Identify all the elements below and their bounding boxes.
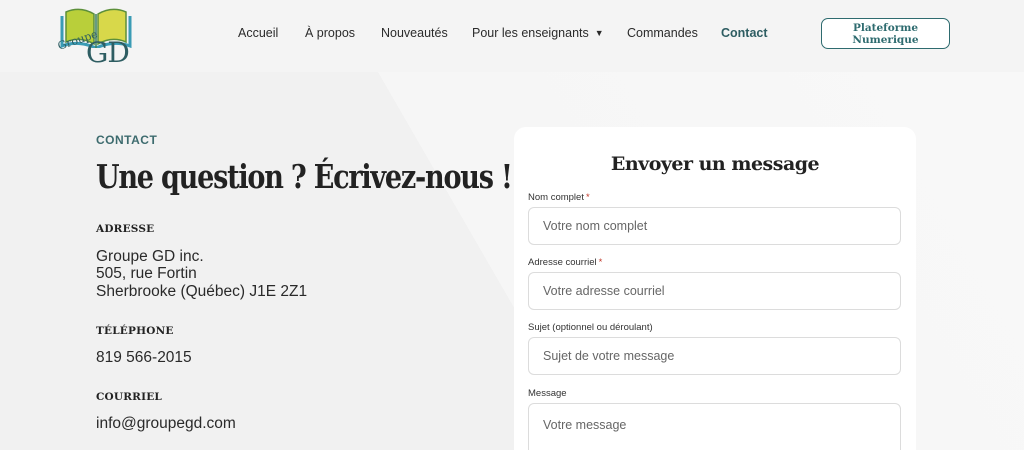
email-value[interactable]: info@groupegd.com <box>96 415 236 432</box>
required-asterisk: * <box>585 192 590 203</box>
nav-item-nouveautes[interactable]: Nouveautés <box>381 26 448 40</box>
address-line-1: Groupe GD inc. <box>96 248 204 265</box>
section-eyebrow: CONTACT <box>96 133 158 147</box>
contact-form-card: Envoyer un message Nom complet* Adresse … <box>514 127 916 450</box>
groupe-gd-logo[interactable]: Groupe GD <box>56 4 138 69</box>
page-title: Une question ? Écrivez-nous ! <box>96 157 513 196</box>
email-label-text: Adresse courriel <box>528 257 597 268</box>
name-field-label: Nom complet * <box>528 192 590 203</box>
nav-item-contact[interactable]: Contact <box>721 26 768 40</box>
phone-value[interactable]: 819 566-2015 <box>96 349 192 366</box>
message-field-label: Message <box>528 388 567 399</box>
name-label-text: Nom complet <box>528 192 584 203</box>
nav-item-pour-les-enseignants[interactable]: Pour les enseignants ▼ <box>472 26 604 40</box>
subject-input[interactable] <box>528 337 901 375</box>
nav-item-commandes[interactable]: Commandes <box>627 26 698 40</box>
nav-item-accueil[interactable]: Accueil <box>238 26 278 40</box>
required-asterisk: * <box>598 257 603 268</box>
nav-item-a-propos[interactable]: À propos <box>305 26 355 40</box>
nav-item-label: Pour les enseignants <box>472 26 589 40</box>
email-label: COURRIEL <box>96 391 163 403</box>
full-name-input[interactable] <box>528 207 901 245</box>
plateforme-numerique-button[interactable]: Plateforme Numerique <box>821 18 950 49</box>
logo-gd-text: GD <box>86 36 130 69</box>
email-field-label: Adresse courriel * <box>528 257 602 268</box>
subject-field-label: Sujet (optionnel ou déroulant) <box>528 322 653 333</box>
phone-label: TÉLÉPHONE <box>96 325 174 337</box>
address-label: ADRESSE <box>96 223 155 235</box>
site-header: Groupe GD Accueil À propos Nouveautés Po… <box>0 0 1024 72</box>
message-textarea[interactable] <box>528 403 901 450</box>
address-line-2: 505, rue Fortin <box>96 265 197 282</box>
form-title: Envoyer un message <box>610 153 820 175</box>
address-line-3: Sherbrooke (Québec) J1E 2Z1 <box>96 283 308 300</box>
email-input[interactable] <box>528 272 901 310</box>
chevron-down-icon: ▼ <box>594 28 604 38</box>
contact-section: CONTACT Une question ? Écrivez-nous ! AD… <box>0 72 1024 450</box>
